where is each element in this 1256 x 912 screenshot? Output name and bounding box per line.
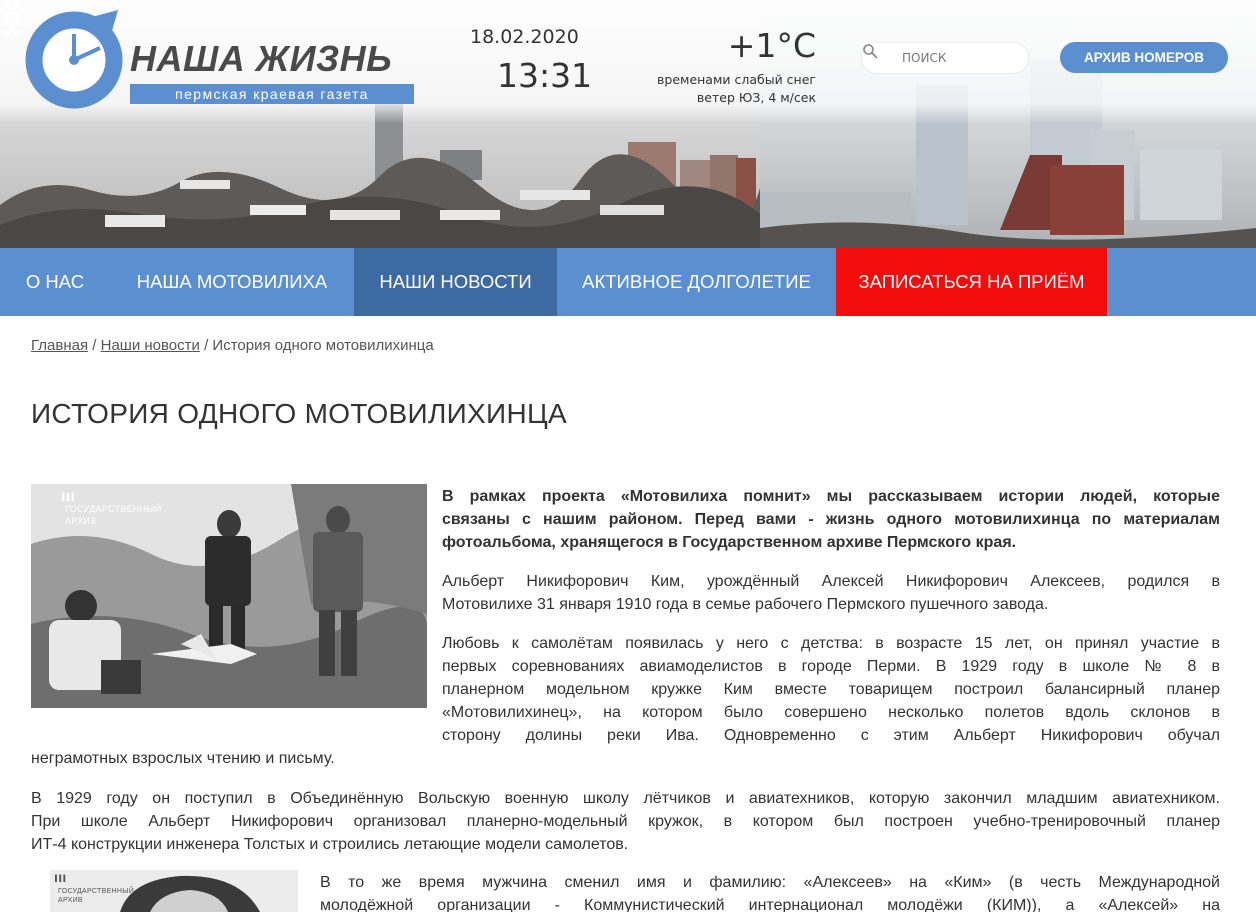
logo-title: НАША ЖИЗНЬ (130, 38, 393, 79)
clock-arrow-logo-icon (25, 10, 123, 109)
search-icon[interactable] (862, 43, 878, 59)
article-photo-portrait[interactable]: ııı ГОСУДАРСТВЕННЫЙ АРХИВ (50, 870, 298, 912)
paragraph-line: «Мотовилихинец», на котором было соверше… (442, 704, 1220, 721)
nav-item-our-motovilikha[interactable]: НАША МОТОВИЛИХА (110, 248, 354, 316)
breadcrumb-separator: / (92, 337, 97, 354)
archive-logo-icon: ııı (54, 870, 67, 885)
photo-watermark-line1: ГОСУДАРСТВЕННЫЙ (65, 504, 162, 514)
breadcrumb-section-link[interactable]: Наши новости (101, 337, 200, 354)
breadcrumb: Главная / Наши новости / История одного … (31, 337, 434, 354)
paragraph-line: планерном модельном кружке Ким вместе то… (442, 681, 1220, 698)
main-nav: О НАС НАША МОТОВИЛИХА НАШИ НОВОСТИ АКТИВ… (0, 248, 1256, 316)
intro-line: фотоальбома, хранящегося в Государственн… (442, 534, 1017, 551)
paragraph-line: сторону долины реки Ива. Одновременно с … (442, 727, 1220, 744)
breadcrumb-home-link[interactable]: Главная (31, 337, 88, 354)
site-logo[interactable]: НАША ЖИЗНЬ пермская краевая газета (18, 4, 418, 112)
archive-button[interactable]: АРХИВ НОМЕРОВ (1060, 42, 1228, 73)
paragraph-line: ИТ-4 конструкции инженера Толстых и стро… (31, 836, 629, 853)
page-title: ИСТОРИЯ ОДНОГО МОТОВИЛИХИНЦА (31, 398, 567, 429)
weather-temperature: +1°C (727, 26, 816, 65)
logo-subtitle: пермская краевая газета (130, 84, 414, 104)
search-input[interactable] (902, 49, 1020, 67)
photo-watermark-line2: АРХИВ (58, 897, 83, 904)
current-date: 18.02.2020 (470, 26, 579, 48)
article-photo[interactable]: ııı ГОСУДАРСТВЕННЫЙ АРХИВ (31, 484, 427, 708)
nav-item-active-longevity[interactable]: АКТИВНОЕ ДОЛГОЛЕТИЕ (557, 248, 836, 316)
photo-watermark-line2: АРХИВ (65, 516, 97, 526)
intro-line: связаны с нашим районом. Перед вами - жи… (442, 511, 1220, 528)
current-time: 13:31 (497, 56, 593, 95)
chevron-right-icon[interactable] (0, 0, 24, 38)
paragraph-line: В то же время мужчина сменил имя и фамил… (320, 874, 1220, 891)
paragraph-line: Мотовилихе 31 января 1910 года в семье р… (442, 596, 1049, 613)
breadcrumb-separator: / (204, 337, 209, 354)
nav-item-book-appointment[interactable]: ЗАПИСАТЬСЯ НА ПРИЁМ (836, 248, 1107, 316)
weather-wind: ветер ЮЗ, 4 м/сек (696, 90, 816, 105)
paragraph-line: Любовь к самолётам появилась у него с де… (442, 635, 1220, 652)
paragraph-line: Альберт Никифорович Ким, урождённый Алек… (442, 573, 1220, 590)
intro-line: В рамках проекта «Мотовилиха помнит» мы … (442, 488, 1220, 505)
search-box[interactable] (862, 43, 1028, 73)
breadcrumb-current: История одного мотовилихинца (212, 337, 434, 354)
paragraph-line: молодёжной организации - Коммунистически… (320, 897, 1220, 912)
photo-watermark-line1: ГОСУДАРСТВЕННЫЙ (58, 888, 135, 895)
weather-conditions: временами слабый снег (657, 72, 816, 87)
header-banner: НАША ЖИЗНЬ пермская краевая газета 18.02… (0, 0, 1256, 248)
paragraph-line: При школе Альберт Никифорович организова… (31, 813, 1220, 830)
paragraph-line: первых соревнованиях авиамоделистов в го… (442, 658, 1220, 675)
paragraph-line: неграмотных взрослых чтению и письму. (31, 750, 335, 767)
paragraph-line: В 1929 году он поступил в Объединённую В… (31, 790, 1220, 807)
page: НАША ЖИЗНЬ пермская краевая газета 18.02… (0, 0, 1256, 912)
nav-item-our-news[interactable]: НАШИ НОВОСТИ (354, 248, 557, 316)
archive-logo-icon: ııı (61, 488, 76, 505)
nav-item-about[interactable]: О НАС (0, 248, 110, 316)
